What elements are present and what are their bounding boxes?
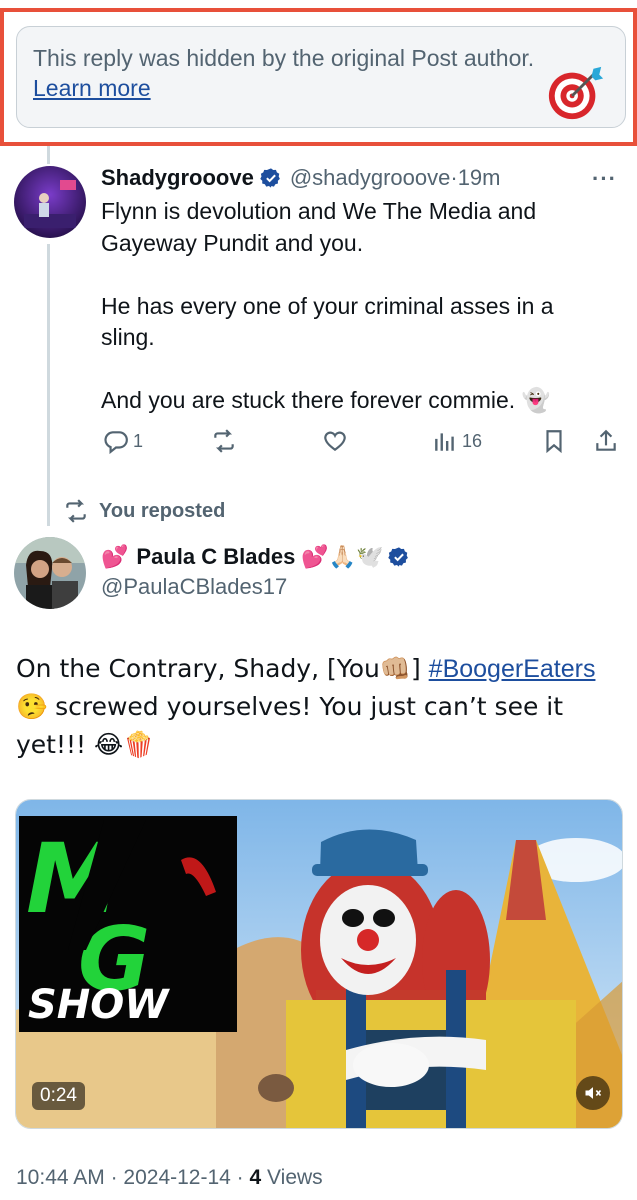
reply-paragraph: Flynn is devolution and We The Media and… <box>101 198 537 256</box>
meta-separator: · <box>104 1166 124 1189</box>
hidden-reply-text: This reply was hidden by the original Po… <box>33 45 535 71</box>
name-prefix-emoji: 💕 <box>101 544 129 570</box>
mute-icon[interactable] <box>576 1076 610 1110</box>
you-reposted-label: You reposted <box>63 498 225 524</box>
views-chart-icon <box>435 433 454 451</box>
post-handle[interactable]: @PaulaCBlades17 <box>101 574 287 600</box>
repost-icon <box>214 429 234 453</box>
reply-text: Flynn is devolution and We The Media and… <box>101 196 611 417</box>
hidden-reply-card: This reply was hidden by the original Po… <box>16 26 626 128</box>
verified-badge-icon <box>260 168 280 188</box>
paula-avatar[interactable] <box>14 537 86 609</box>
reply-paragraph: He has every one of your criminal asses … <box>101 292 554 351</box>
thread-line-top <box>47 146 50 164</box>
post-text: On the Contrary, Shady, [You👊🏼] #BoogerE… <box>16 650 626 764</box>
meta-separator: · <box>230 1166 250 1189</box>
learn-more-link[interactable]: Learn more <box>33 73 609 103</box>
verified-badge-icon <box>387 547 408 567</box>
like-action[interactable] <box>322 428 352 454</box>
bookmark-action[interactable] <box>541 428 567 454</box>
reply-count: 1 <box>133 430 144 451</box>
video-duration: 0:24 <box>32 1082 85 1110</box>
post-display-name[interactable]: Paula C Blades <box>136 544 295 570</box>
reply-timestamp[interactable]: 19m <box>458 165 501 191</box>
reply-handle[interactable]: @shadygrooove <box>290 165 451 191</box>
hashtag-link[interactable]: #BoogerEaters <box>429 655 596 683</box>
reply-header: Shadygrooove @shadygrooove · 19m <box>101 163 500 193</box>
video-thumbnail: M G SHOW <box>16 800 622 1128</box>
post-text-part: 🤥 screwed yourselves! You just can’t see… <box>16 692 564 759</box>
reply-paragraph: And you are stuck there forever commie. … <box>101 387 551 413</box>
thread-line-middle <box>47 244 50 526</box>
separator-dot: · <box>450 165 458 190</box>
video-player[interactable]: M G SHOW 0:24 <box>15 799 623 1129</box>
repost-small-icon <box>66 499 86 523</box>
reply-action[interactable]: 1 <box>103 428 143 454</box>
views-count: 16 <box>462 430 483 451</box>
post-meta: 10:44 AM · 2024-12-14 · 4 Views <box>16 1166 323 1190</box>
views-number: 4 <box>249 1166 262 1189</box>
heart-icon <box>324 431 346 451</box>
target-dart-icon <box>548 66 604 120</box>
share-action[interactable] <box>593 428 619 454</box>
shadygrooove-avatar[interactable] <box>14 166 86 238</box>
bookmark-icon <box>546 430 562 454</box>
repost-action[interactable] <box>211 428 241 454</box>
post-header: 💕 Paula C Blades 💕🙏🏻🕊️ <box>101 541 418 573</box>
post-text-part: On the Contrary, Shady, [You👊🏼] <box>16 654 429 683</box>
share-icon <box>596 429 616 451</box>
views-action[interactable]: 16 <box>432 428 482 454</box>
hidden-reply-banner: This reply was hidden by the original Po… <box>0 8 637 146</box>
post-time[interactable]: 10:44 AM <box>16 1166 105 1189</box>
name-suffix-emoji: 💕🙏🏻🕊️ <box>301 544 384 570</box>
more-options-icon[interactable]: ··· <box>592 166 617 192</box>
views-label: Views <box>261 1166 323 1189</box>
you-reposted-text: You reposted <box>99 499 226 522</box>
reply-icon <box>104 431 128 454</box>
reply-display-name[interactable]: Shadygrooove <box>101 165 254 191</box>
logo-word-show: SHOW <box>28 982 170 1028</box>
post-date[interactable]: 2024-12-14 <box>123 1166 230 1189</box>
